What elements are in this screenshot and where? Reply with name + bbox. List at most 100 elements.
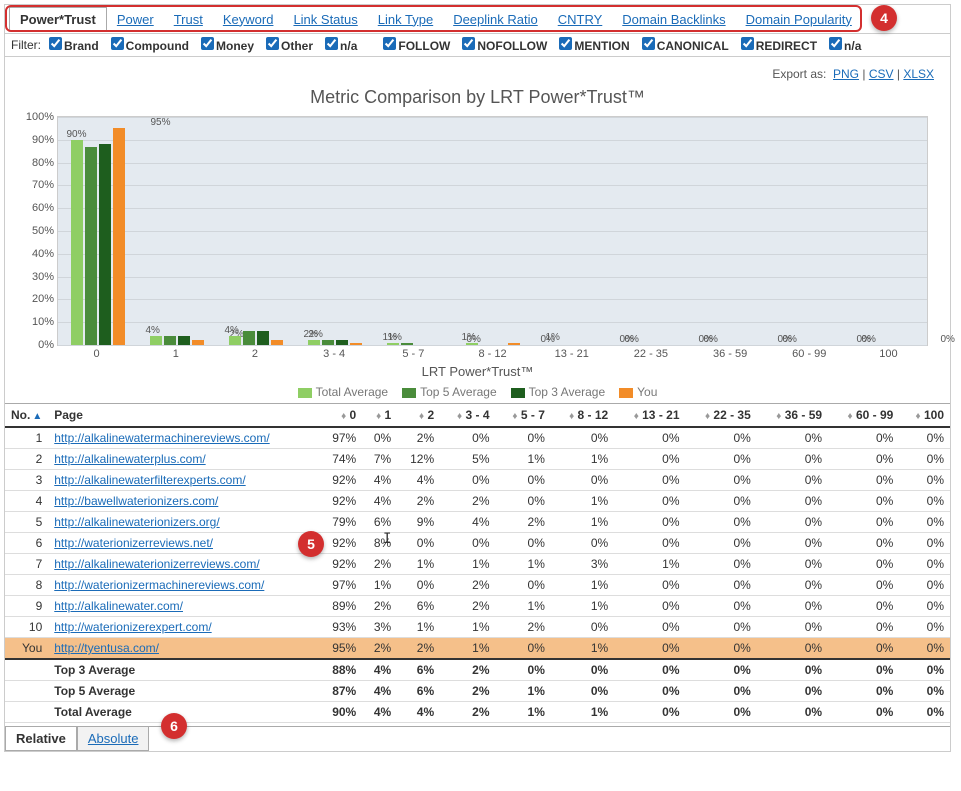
tab-trust[interactable]: Trust bbox=[164, 8, 213, 31]
row-number: 7 bbox=[5, 554, 48, 575]
data-cell: 4% bbox=[440, 512, 495, 533]
data-cell: 0% bbox=[614, 702, 685, 723]
bar-ta[interactable]: 2% bbox=[308, 340, 320, 345]
data-cell: 0% bbox=[757, 681, 828, 702]
page-cell: http://waterionizerexpert.com/ bbox=[48, 617, 319, 638]
bar-you[interactable]: 95% bbox=[113, 128, 125, 345]
bar-ta[interactable]: 1% bbox=[466, 343, 478, 345]
page-link[interactable]: http://alkalinewaterfilterexperts.com/ bbox=[54, 473, 245, 487]
page-link[interactable]: http://waterionizermachinereviews.com/ bbox=[54, 578, 264, 592]
column-header[interactable]: ♦ 2 bbox=[397, 404, 440, 428]
bar-t5[interactable] bbox=[164, 336, 176, 345]
filter-checkbox-compound[interactable] bbox=[111, 37, 124, 50]
column-header[interactable]: ♦ 22 - 35 bbox=[686, 404, 757, 428]
data-cell: 0% bbox=[828, 617, 899, 638]
sort-icon: ♦ bbox=[916, 411, 921, 422]
page-link[interactable]: http://alkalinewaterionizers.org/ bbox=[54, 515, 219, 529]
tab-power[interactable]: Power bbox=[107, 8, 164, 31]
tab-keyword[interactable]: Keyword bbox=[213, 8, 284, 31]
bar-t5[interactable] bbox=[401, 343, 413, 345]
bar-t3[interactable] bbox=[99, 144, 111, 345]
bar-t5[interactable] bbox=[85, 147, 97, 345]
bar-t5[interactable] bbox=[322, 340, 334, 345]
column-header[interactable]: ♦ 60 - 99 bbox=[828, 404, 899, 428]
data-cell: 0% bbox=[686, 638, 757, 660]
bar-ta[interactable]: 1% bbox=[387, 343, 399, 345]
bar-ta[interactable]: 90% bbox=[71, 140, 83, 345]
view-tab-relative[interactable]: Relative bbox=[5, 727, 77, 751]
data-cell: 0% bbox=[551, 617, 614, 638]
bar-t3[interactable] bbox=[336, 340, 348, 345]
page-link[interactable]: http://alkalinewaterionizerreviews.com/ bbox=[54, 557, 259, 571]
column-header[interactable]: No.▲ bbox=[5, 404, 48, 428]
bar-t3[interactable] bbox=[257, 331, 269, 345]
page-link[interactable]: http://tyentusa.com/ bbox=[54, 641, 159, 655]
data-cell: 0% bbox=[828, 638, 899, 660]
column-header[interactable]: ♦ 0 bbox=[319, 404, 362, 428]
data-cell: 0% bbox=[757, 702, 828, 723]
bar-you[interactable]: 2% bbox=[192, 340, 204, 345]
column-header[interactable]: ♦ 5 - 7 bbox=[496, 404, 551, 428]
column-header[interactable]: ♦ 3 - 4 bbox=[440, 404, 495, 428]
page-link[interactable]: http://waterionizerreviews.net/ bbox=[54, 536, 213, 550]
bar-t5[interactable] bbox=[243, 331, 255, 345]
filter-checkbox-mention[interactable] bbox=[559, 37, 572, 50]
chart-area: Export as: PNG | CSV | XLSX Metric Compa… bbox=[5, 57, 950, 403]
sort-icon: ♦ bbox=[569, 411, 574, 422]
bar-ta[interactable]: 4% bbox=[150, 336, 162, 345]
table-row: 8http://waterionizermachinereviews.com/9… bbox=[5, 575, 950, 596]
export-link-xlsx[interactable]: XLSX bbox=[903, 67, 934, 81]
tab-link-type[interactable]: Link Type bbox=[368, 8, 443, 31]
filter-checkbox-n/a[interactable] bbox=[325, 37, 338, 50]
page-link[interactable]: http://alkalinewatermachinereviews.com/ bbox=[54, 431, 269, 445]
filter-checkbox-redirect[interactable] bbox=[741, 37, 754, 50]
bar-ta[interactable]: 4% bbox=[229, 336, 241, 345]
page-link[interactable]: http://waterionizerexpert.com/ bbox=[54, 620, 211, 634]
tab-domain-popularity[interactable]: Domain Popularity bbox=[736, 8, 862, 31]
legend-swatch bbox=[511, 388, 525, 398]
data-cell: 0% bbox=[757, 659, 828, 681]
filter-checkbox-nofollow[interactable] bbox=[462, 37, 475, 50]
export-link-png[interactable]: PNG bbox=[833, 67, 859, 81]
data-cell: 1% bbox=[551, 491, 614, 512]
column-header[interactable]: ♦ 1 bbox=[362, 404, 397, 428]
tab-domain-backlinks[interactable]: Domain Backlinks bbox=[612, 8, 735, 31]
filter-checkbox-n/a[interactable] bbox=[829, 37, 842, 50]
column-header[interactable]: ♦ 13 - 21 bbox=[614, 404, 685, 428]
page-link[interactable]: http://alkalinewater.com/ bbox=[54, 599, 183, 613]
bar-you[interactable]: 2% bbox=[271, 340, 283, 345]
data-cell: 87% bbox=[319, 681, 362, 702]
export-link-csv[interactable]: CSV bbox=[869, 67, 894, 81]
column-header[interactable]: ♦ 8 - 12 bbox=[551, 404, 614, 428]
legend-item: Total Average bbox=[298, 385, 389, 399]
bar-t3[interactable] bbox=[178, 336, 190, 345]
page-link[interactable]: http://alkalinewaterplus.com/ bbox=[54, 452, 205, 466]
filter-checkbox-brand[interactable] bbox=[49, 37, 62, 50]
bar-you[interactable]: 1% bbox=[508, 343, 520, 345]
y-tick: 100% bbox=[26, 111, 54, 123]
data-cell: 0% bbox=[551, 533, 614, 554]
tab-link-status[interactable]: Link Status bbox=[283, 8, 367, 31]
tab-cntry[interactable]: CNTRY bbox=[548, 8, 613, 31]
filter-checkbox-money[interactable] bbox=[201, 37, 214, 50]
bar-groups: 90%95%4%2%4%2%2%1%1%0%1%1%0%0%0%0%0%0%0%… bbox=[58, 117, 927, 345]
column-header[interactable]: Page bbox=[48, 404, 319, 428]
filter-checkbox-other[interactable] bbox=[266, 37, 279, 50]
view-tab-absolute[interactable]: Absolute bbox=[77, 727, 150, 751]
tab-power-trust[interactable]: Power*Trust bbox=[9, 7, 107, 32]
column-header[interactable]: ♦ 36 - 59 bbox=[757, 404, 828, 428]
data-cell: 4% bbox=[362, 470, 397, 491]
filter-checkbox-follow[interactable] bbox=[383, 37, 396, 50]
table-row: 7 http://alkalinewaterionizerreviews.com/… bbox=[5, 554, 950, 575]
tab-deeplink-ratio[interactable]: Deeplink Ratio bbox=[443, 8, 548, 31]
filter-checkbox-canonical[interactable] bbox=[642, 37, 655, 50]
bar-value-label: 4% bbox=[146, 325, 160, 336]
bar-you[interactable]: 1% bbox=[350, 343, 362, 345]
column-header[interactable]: ♦ 100 bbox=[899, 404, 950, 428]
x-tick: 36 - 59 bbox=[691, 346, 770, 360]
table-row: 2http://alkalinewaterplus.com/74%7%12%5%… bbox=[5, 449, 950, 470]
sort-icon: ♦ bbox=[341, 411, 346, 422]
page-link[interactable]: http://bawellwaterionizers.com/ bbox=[54, 494, 218, 508]
data-cell: 7% bbox=[362, 449, 397, 470]
data-cell: 3% bbox=[362, 617, 397, 638]
